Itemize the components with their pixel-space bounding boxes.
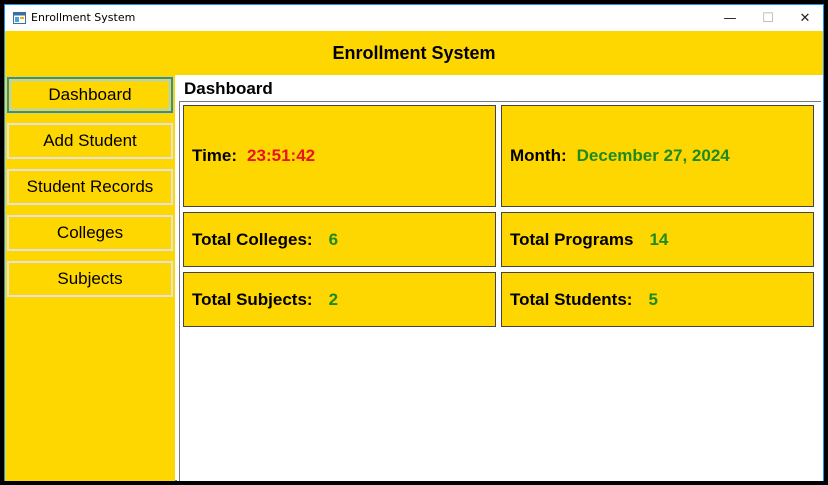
nav-subjects-button[interactable]: Subjects — [7, 261, 173, 297]
total-colleges-value: 6 — [328, 229, 339, 249]
total-programs-card: Total Programs 14 — [501, 212, 814, 267]
window-title: Enrollment System — [31, 11, 136, 24]
month-label: Month: — [510, 146, 567, 165]
total-colleges-label: Total Colleges: — [192, 229, 313, 249]
time-card: Time: 23:51:42 — [183, 105, 496, 207]
app-window: Enrollment System — ☐ ✕ Enrollment Syste… — [4, 4, 824, 481]
nav-student-records-button[interactable]: Student Records — [7, 169, 173, 205]
total-subjects-label: Total Subjects: — [192, 289, 313, 309]
total-programs-label: Total Programs — [510, 229, 634, 249]
month-card: Month: December 27, 2024 — [501, 105, 814, 207]
page-title: Dashboard — [184, 79, 273, 98]
total-students-card: Total Students: 5 — [501, 272, 814, 327]
nav-dashboard-button[interactable]: Dashboard — [7, 77, 173, 113]
minimize-button[interactable]: — — [711, 5, 749, 31]
total-students-label: Total Students: — [510, 289, 633, 309]
total-colleges-card: Total Colleges: 6 — [183, 212, 496, 267]
total-students-value: 5 — [648, 289, 658, 309]
title-bar[interactable]: Enrollment System — ☐ ✕ — [5, 5, 823, 31]
time-label: Time: — [192, 146, 238, 165]
close-button[interactable]: ✕ — [786, 5, 824, 31]
nav-colleges-button[interactable]: Colleges — [7, 215, 173, 251]
total-subjects-value: 2 — [328, 289, 339, 309]
header-banner: Enrollment System — [5, 31, 823, 75]
sidebar: Dashboard Add Student Student Records Co… — [5, 75, 175, 481]
app-icon — [13, 12, 26, 24]
maximize-button[interactable]: ☐ — [749, 5, 787, 31]
header-title: Enrollment System — [332, 42, 496, 63]
time-value: 23:51:42 — [247, 146, 316, 165]
nav-add-student-button[interactable]: Add Student — [7, 123, 173, 159]
dashboard-panel: Time: 23:51:42 Month: December 27, 2024 … — [179, 101, 821, 481]
main-content: Dashboard Time: 23:51:42 Month: December… — [177, 75, 823, 481]
total-subjects-card: Total Subjects: 2 — [183, 272, 496, 327]
month-value: December 27, 2024 — [576, 146, 730, 165]
total-programs-value: 14 — [649, 229, 669, 249]
